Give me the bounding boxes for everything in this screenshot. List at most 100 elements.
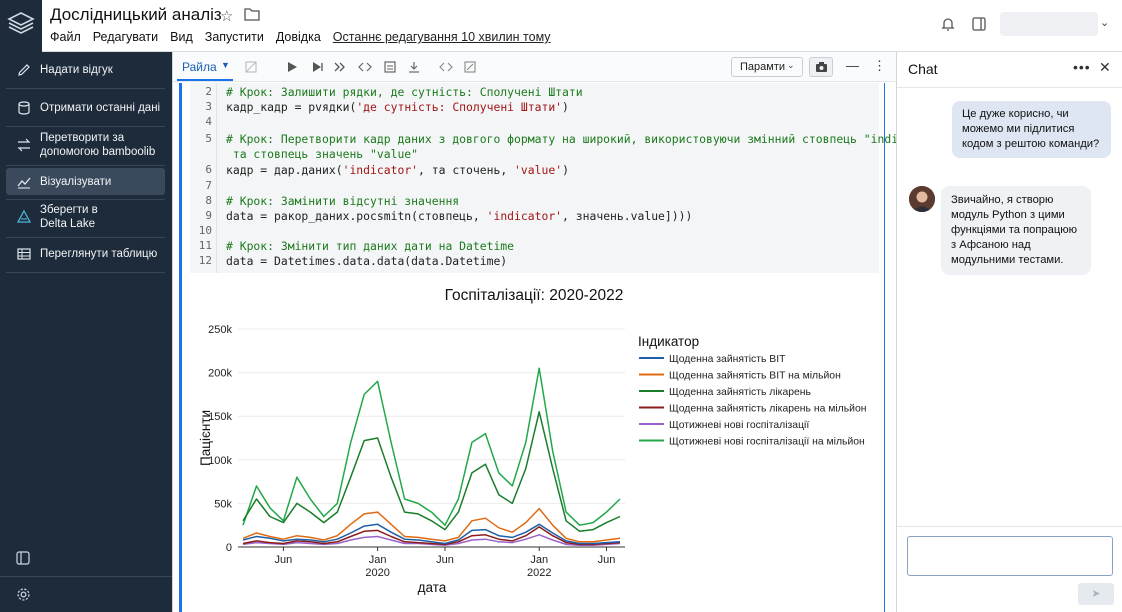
bell-icon[interactable] [940, 16, 956, 32]
chevron-down-icon[interactable]: ⌄ [787, 60, 795, 71]
sidebar-item-label: Переглянути таблицю [40, 248, 158, 260]
code-token: , та сточень, [418, 163, 515, 177]
sidebar-item-view-table[interactable]: Переглянути таблицю [6, 242, 165, 266]
menu-view[interactable]: Вид [170, 30, 193, 44]
clear-output-icon[interactable] [244, 60, 258, 74]
minimize-icon[interactable]: — [846, 58, 859, 73]
send-button[interactable]: ➤ [1078, 583, 1114, 605]
code-token: , значень.value]))) [562, 209, 693, 223]
legend-entry: Щоденна зайнятість BIT на мільйон [669, 371, 841, 382]
user-message: Це дуже корисно, чи можемо ми підлитися … [952, 101, 1111, 158]
side-panel-icon[interactable] [971, 16, 987, 32]
sidebar-item-bamboolib[interactable]: Перетворити за допомогою bamboolib [6, 130, 165, 160]
legend-entry: Щоденна зайнятість лікарень [669, 387, 811, 398]
divider [0, 576, 172, 577]
cell-icon[interactable] [383, 60, 397, 74]
sidebar-collapse-icon[interactable] [16, 551, 30, 565]
code-icon[interactable] [358, 60, 372, 74]
line-number: 4 [205, 115, 212, 128]
divider [897, 87, 1122, 88]
legend-entry: Щотижневі нові госпіталізації [669, 420, 809, 431]
run-all-icon[interactable] [333, 60, 347, 74]
database-icon [18, 101, 30, 115]
code-line: кадр = дар.даних('indicator', та сточень… [226, 163, 569, 177]
hospitalizations-chart: Госпіталізації: 2020-2022050k100k150k200… [198, 287, 867, 595]
delta-icon [16, 209, 32, 223]
sidebar-item-label: Візуалізувати [40, 175, 112, 188]
code-line: # Крок: Змінити тип даних дати на Dateti… [226, 239, 514, 253]
x-tick-label: Jan [530, 554, 548, 566]
code-line: кадр_кадр = рvядки('де сутність: Сполуче… [226, 100, 569, 114]
top-bar: Дослідницький аналіз ☆ Файл Редагувати В… [42, 0, 1122, 52]
folder-icon[interactable] [244, 7, 260, 21]
assistant-message: Звичайно, я створю модуль Python з цими … [941, 186, 1091, 275]
sidebar-item-label: Отримати останні дані [40, 102, 161, 114]
code-token: # Крок: Змінити тип даних дати на Dateti… [226, 239, 515, 253]
close-icon[interactable]: ✕ [1099, 59, 1111, 76]
run-cell-icon[interactable] [285, 60, 299, 74]
table-icon [17, 248, 31, 260]
code-line: # Крок: Перетворити кадр даних з довгого… [226, 132, 939, 146]
more-horizontal-icon[interactable]: ••• [1073, 59, 1091, 75]
chevron-down-icon[interactable]: ⌄ [1100, 16, 1109, 29]
x-tick-label-year: 2022 [527, 567, 551, 579]
edit-icon[interactable] [463, 60, 477, 74]
sidebar-item-label: Перетворити за допомогою bamboolib [40, 132, 156, 158]
gear-icon[interactable] [16, 587, 31, 602]
menu-bar: Файл Редагувати Вид Запустити Довідка Ос… [50, 30, 551, 44]
x-tick-label: Jun [275, 554, 293, 566]
active-tab-indicator [177, 79, 233, 81]
sidebar-item-label: Надати відгук [40, 64, 113, 76]
more-vertical-icon[interactable]: ⋮ [873, 58, 886, 74]
sidebar: Надати відгук Отримати останні дані Пере… [0, 52, 172, 612]
sidebar-item-feedback[interactable]: Надати відгук [6, 58, 165, 82]
layers-logo-icon[interactable] [7, 10, 35, 38]
account-selector[interactable] [1000, 12, 1098, 36]
code-line: та стовпець значень "value" [226, 147, 418, 161]
menu-edit[interactable]: Редагувати [93, 30, 158, 44]
code-token: # Крок: Перетворити кадр даних з довгого… [226, 132, 940, 146]
y-tick-label: 0 [226, 542, 232, 554]
code-line: # Крок: Залишити рядки, де сутність: Спо… [226, 85, 583, 99]
camera-button[interactable] [809, 57, 833, 77]
avatar [909, 186, 935, 212]
code-token: 'indicator' [342, 163, 419, 177]
last-edit-link[interactable]: Останнє редагування 10 хвилин тому [333, 30, 551, 44]
line-number: 8 [205, 194, 212, 207]
sidebar-item-latest-data[interactable]: Отримати останні дані [6, 96, 165, 120]
chat-title: Chat [908, 61, 938, 77]
sidebar-item-delta-lake[interactable]: Зберегти в Delta Lake [6, 202, 165, 232]
download-icon[interactable] [407, 60, 421, 74]
line-number: 10 [198, 224, 212, 237]
star-icon[interactable]: ☆ [220, 7, 233, 25]
menu-run[interactable]: Запустити [205, 30, 264, 44]
notebook-toolbar: Райла ▼ Парамти ⌄ — ⋮ [173, 52, 897, 82]
notebook: Райла ▼ Парамти ⌄ — ⋮ 2 # Крок: Залишити … [172, 52, 939, 612]
menu-file[interactable]: Файл [50, 30, 81, 44]
chat-input[interactable] [907, 536, 1113, 576]
code-token: 'value' [514, 163, 563, 177]
code-token: кадр = дар.даних( [226, 163, 343, 177]
embed-icon[interactable] [439, 60, 453, 74]
menu-help[interactable]: Довідка [276, 30, 321, 44]
code-token: data = Datetimes.data.data(data.Datetime… [226, 254, 508, 268]
pencil-icon [18, 64, 30, 76]
chart-line-icon [17, 177, 31, 189]
code-token: 'де сутність: Сполучені Штати' [356, 100, 563, 114]
chat-panel: Chat ••• ✕ Це дуже корисно, чи можемо ми… [896, 52, 1122, 612]
code-cell[interactable]: 2 # Крок: Залишити рядки, де сутність: Сп… [190, 83, 939, 273]
run-and-advance-icon[interactable] [310, 60, 324, 74]
legend-title: Індикатор [638, 334, 699, 349]
caret-down-icon[interactable]: ▼ [221, 60, 230, 70]
kernel-selector[interactable]: Райла [182, 60, 217, 74]
x-tick-label-year: 2020 [365, 567, 389, 579]
line-number: 5 [205, 132, 212, 145]
series-line [242, 367, 621, 526]
x-axis-label: дата [418, 580, 447, 595]
y-axis-label: Пацієнти [198, 410, 213, 466]
sidebar-item-visualize[interactable]: Візуалізувати [6, 168, 165, 195]
notebook-title[interactable]: Дослідницький аналіз [50, 5, 222, 25]
divider [6, 199, 165, 200]
code-line: data = ракор_даних.роcsmitn(стовпець, 'i… [226, 209, 692, 223]
line-number: 9 [205, 209, 212, 222]
